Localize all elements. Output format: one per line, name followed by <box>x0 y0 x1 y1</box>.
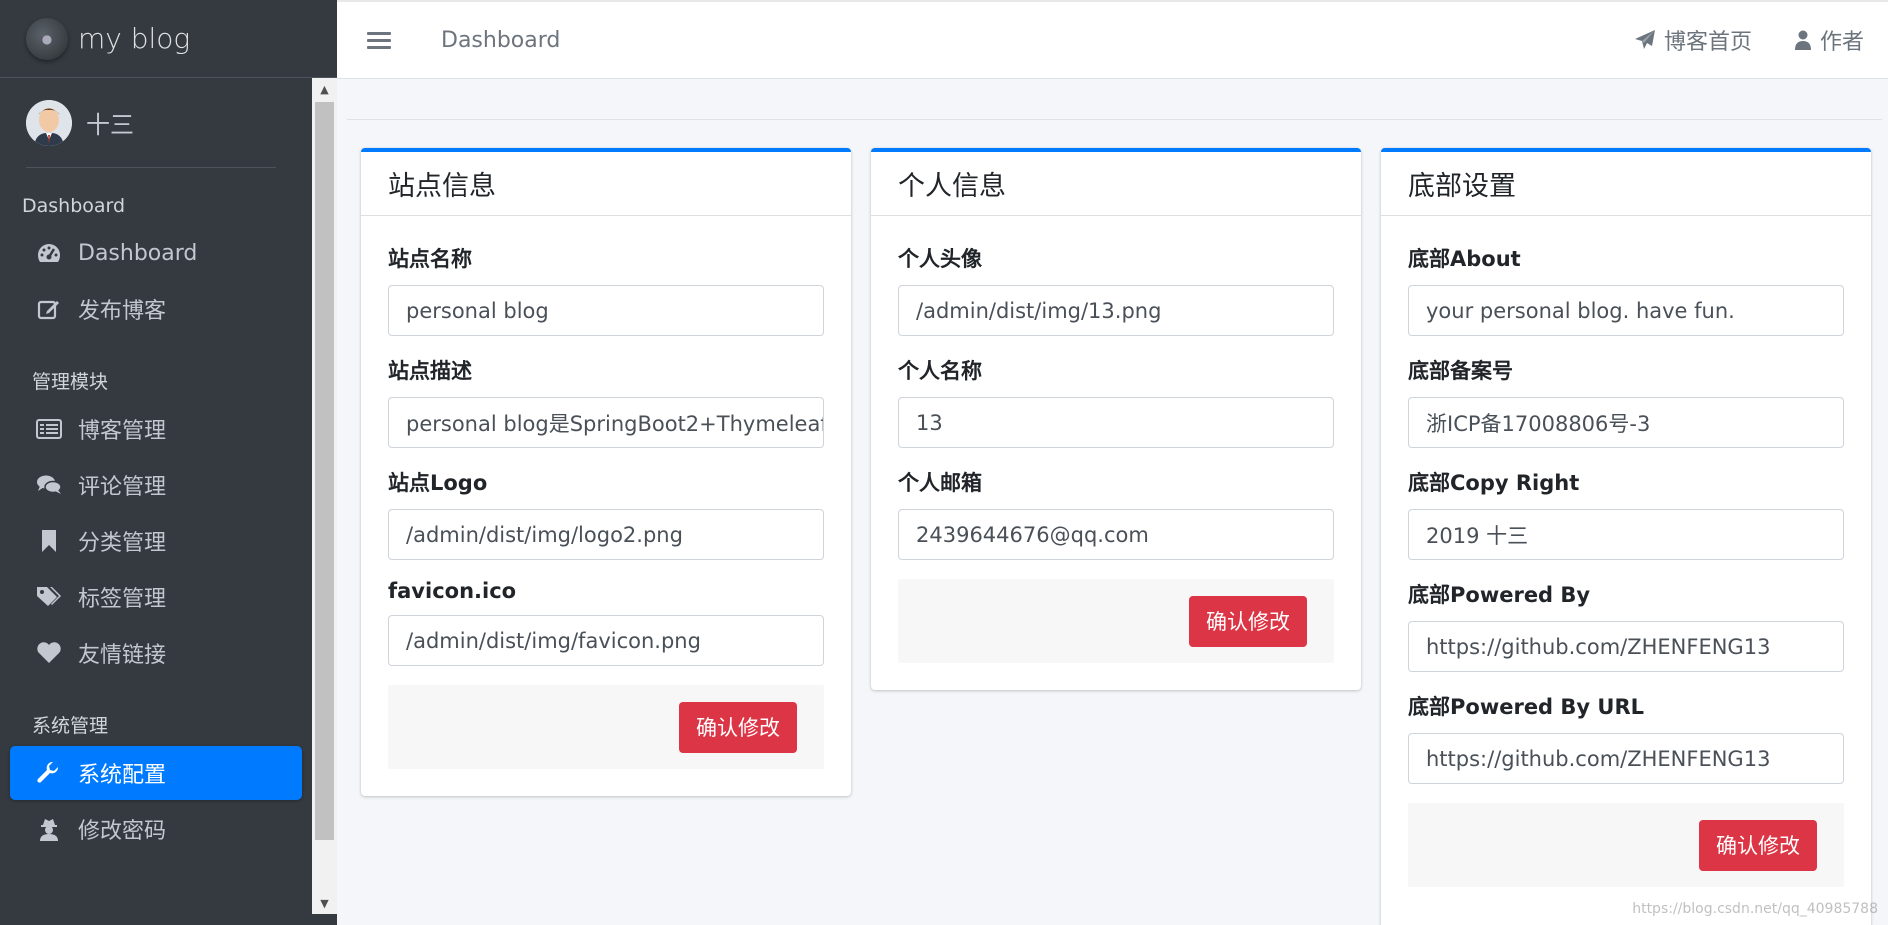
sidebar-scrollbar[interactable]: ▲ ▼ <box>312 78 337 914</box>
top-navbar: Dashboard 博客首页 作者 <box>337 0 1888 79</box>
user-secret-icon <box>34 814 64 844</box>
footer-about-label: 底部About <box>1408 247 1521 271</box>
scroll-thumb[interactable] <box>315 102 334 840</box>
sidebar-item-system-config[interactable]: 系统配置 <box>10 746 302 800</box>
scroll-down-arrow-icon[interactable]: ▼ <box>312 892 337 914</box>
footer-copyright-label: 底部Copy Right <box>1408 471 1580 495</box>
sidebar-item-label: 评论管理 <box>78 475 167 500</box>
user-icon <box>1794 30 1811 50</box>
avatar-input[interactable]: /admin/dist/img/13.png <box>898 285 1334 336</box>
sidebar-scroll: 十三 Dashboard Dashboard 发布博客 管理模块 博客管理 评论… <box>0 78 312 925</box>
page-title[interactable]: Dashboard <box>441 28 560 53</box>
nav-header-system: 系统管理 <box>32 715 109 737</box>
site-logo-input[interactable]: /admin/dist/img/logo2.png <box>388 509 824 560</box>
brand-link[interactable]: ● my blog <box>0 0 337 78</box>
sidebar-item-blog-manage[interactable]: 博客管理 <box>10 402 302 456</box>
confirm-button[interactable]: 确认修改 <box>1189 595 1307 647</box>
personal-name-input[interactable]: 13 <box>898 397 1334 448</box>
confirm-button[interactable]: 确认修改 <box>679 701 797 753</box>
sidebar-item-label: 分类管理 <box>78 531 167 556</box>
watermark: https://blog.csdn.net/qq_40985788 <box>1632 901 1878 917</box>
card-title: 站点信息 <box>361 152 851 216</box>
footer-about-input[interactable]: your personal blog. have fun. <box>1408 285 1844 336</box>
user-panel[interactable]: 十三 <box>26 78 276 168</box>
card-title: 个人信息 <box>871 152 1361 216</box>
top-nav-links: 博客首页 作者 <box>1592 24 1864 56</box>
sidebar-item-label: 博客管理 <box>78 419 167 444</box>
sidebar-item-label: Dashboard <box>78 240 198 266</box>
heart-icon <box>34 638 64 668</box>
favicon-input[interactable]: /admin/dist/img/favicon.png <box>388 615 824 666</box>
brand-logo: ● <box>26 17 68 60</box>
sidebar-item-label: 系统配置 <box>78 763 167 788</box>
wrench-icon <box>34 758 64 788</box>
user-name: 十三 <box>86 111 134 139</box>
sidebar-item-category-manage[interactable]: 分类管理 <box>10 514 302 568</box>
sidebar-item-comment-manage[interactable]: 评论管理 <box>10 458 302 512</box>
footer-powered-by-url-input[interactable]: https://github.com/ZHENFENG13 <box>1408 733 1844 784</box>
sidebar-item-dashboard[interactable]: Dashboard <box>10 226 302 280</box>
nav-header-manage: 管理模块 <box>32 371 109 393</box>
sidebar-item-label: 发布博客 <box>78 299 167 324</box>
scroll-up-arrow-icon[interactable]: ▲ <box>312 78 337 100</box>
footer-copyright-input[interactable]: 2019 十三 <box>1408 509 1844 560</box>
bookmark-icon <box>34 526 64 556</box>
personal-name-label: 个人名称 <box>898 359 982 383</box>
tags-icon <box>34 582 64 612</box>
tachometer-icon <box>34 238 64 268</box>
site-description-label: 站点描述 <box>388 359 472 383</box>
author-label: 作者 <box>1819 30 1864 55</box>
sidebar-item-change-password[interactable]: 修改密码 <box>10 802 302 856</box>
site-description-input[interactable]: personal blog是SpringBoot2+Thymeleaf+M <box>388 397 824 448</box>
blog-home-link[interactable]: 博客首页 <box>1634 24 1752 56</box>
list-icon <box>34 414 64 444</box>
footer-icp-label: 底部备案号 <box>1408 359 1513 383</box>
content-header-divider <box>347 119 1882 120</box>
footer-powered-by-url-label: 底部Powered By URL <box>1408 695 1645 719</box>
sidebar-item-label: 友情链接 <box>78 643 167 668</box>
site-logo-label: 站点Logo <box>388 471 488 495</box>
menu-toggle-icon[interactable] <box>367 28 391 52</box>
personal-email-input[interactable]: 2439644676@qq.com <box>898 509 1334 560</box>
footer-icp-input[interactable]: 浙ICP备17008806号-3 <box>1408 397 1844 448</box>
footer-powered-by-input[interactable]: https://github.com/ZHENFENG13 <box>1408 621 1844 672</box>
footer-settings-card: 底部设置 底部About your personal blog. have fu… <box>1381 148 1871 925</box>
site-info-card: 站点信息 站点名称 personal blog 站点描述 personal bl… <box>361 148 851 796</box>
brand-name: my blog <box>78 22 191 55</box>
site-name-label: 站点名称 <box>388 247 472 271</box>
blog-home-label: 博客首页 <box>1663 30 1752 55</box>
sidebar: ● my blog 十三 Dashboard Dashboard 发布博客 管理… <box>0 0 337 925</box>
favicon-label: favicon.ico <box>388 579 517 603</box>
card-title: 底部设置 <box>1381 152 1871 216</box>
edit-icon <box>34 294 64 324</box>
nav-header-dashboard: Dashboard <box>22 195 126 217</box>
personal-email-label: 个人邮箱 <box>898 471 982 495</box>
sidebar-item-tag-manage[interactable]: 标签管理 <box>10 570 302 624</box>
sidebar-item-friend-links[interactable]: 友情链接 <box>10 626 302 680</box>
avatar <box>26 99 72 146</box>
paper-plane-icon <box>1634 30 1655 49</box>
comments-icon <box>34 470 64 500</box>
sidebar-item-label: 标签管理 <box>78 587 167 612</box>
card-footer: 确认修改 <box>388 685 824 769</box>
personal-info-card: 个人信息 个人头像 /admin/dist/img/13.png 个人名称 13… <box>871 148 1361 690</box>
avatar-label: 个人头像 <box>898 247 982 271</box>
card-footer: 确认修改 <box>898 579 1334 663</box>
site-name-input[interactable]: personal blog <box>388 285 824 336</box>
card-footer: 确认修改 <box>1408 803 1844 887</box>
sidebar-item-label: 修改密码 <box>78 819 167 844</box>
author-link[interactable]: 作者 <box>1794 24 1864 56</box>
footer-powered-by-label: 底部Powered By <box>1408 583 1591 607</box>
sidebar-item-publish-blog[interactable]: 发布博客 <box>10 282 302 336</box>
confirm-button[interactable]: 确认修改 <box>1699 819 1817 871</box>
